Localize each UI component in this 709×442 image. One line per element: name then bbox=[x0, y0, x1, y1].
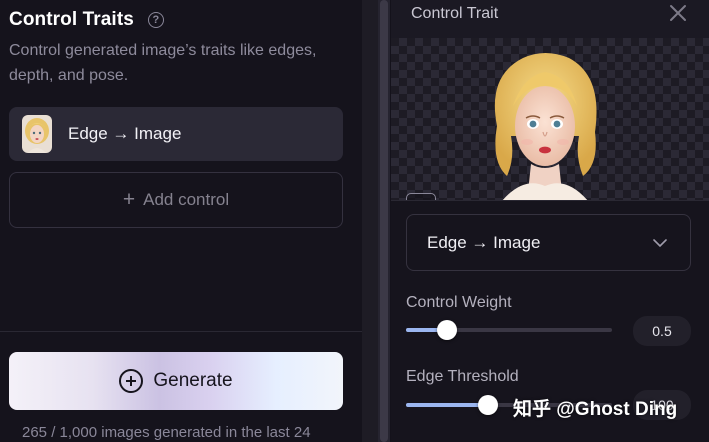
control-trait-panel: Control Trait Edge → Image Control Weigh… bbox=[391, 0, 709, 442]
watermark-text: 知乎 @Ghost Ding bbox=[513, 399, 678, 420]
chevron-down-icon bbox=[653, 239, 667, 247]
scrollbar-thumb[interactable] bbox=[380, 0, 388, 442]
add-control-label: Add control bbox=[143, 190, 230, 209]
control-image-preview bbox=[391, 38, 709, 200]
panel-title: Control Traits bbox=[9, 9, 134, 30]
panel-gap bbox=[362, 0, 378, 442]
generate-label: Generate bbox=[153, 370, 233, 391]
plus-icon: + bbox=[122, 187, 136, 211]
crop-button[interactable] bbox=[406, 193, 436, 200]
control-item-label: Edge → Image bbox=[68, 124, 182, 143]
control-type-value: Edge → Image bbox=[427, 232, 541, 252]
edge-threshold-fill bbox=[406, 403, 488, 407]
edge-threshold-handle[interactable] bbox=[478, 395, 498, 415]
edge-threshold-label: Edge Threshold bbox=[406, 368, 519, 385]
help-icon[interactable]: ? bbox=[147, 12, 164, 28]
divider bbox=[391, 200, 709, 201]
usage-text: 265 / 1,000 images generated in the last… bbox=[22, 424, 311, 441]
close-icon[interactable] bbox=[668, 3, 688, 23]
control-thumbnail bbox=[22, 115, 52, 153]
control-type-select[interactable]: Edge → Image bbox=[406, 214, 691, 271]
control-weight-input[interactable]: 0.5 bbox=[633, 316, 691, 346]
control-trait-title: Control Trait bbox=[411, 5, 499, 22]
control-weight-slider[interactable] bbox=[406, 320, 612, 340]
panel-header: Control Traits ? bbox=[9, 9, 164, 31]
panel-description: Control generated image’s traits like ed… bbox=[9, 42, 317, 84]
preview-image bbox=[494, 53, 597, 200]
control-weight-label: Control Weight bbox=[406, 294, 512, 311]
control-weight-handle[interactable] bbox=[437, 320, 457, 340]
generate-button[interactable]: Generate bbox=[9, 352, 343, 410]
divider bbox=[0, 331, 362, 332]
plus-circle-icon bbox=[119, 369, 144, 393]
control-traits-panel: Control Traits ? Control generated image… bbox=[0, 0, 362, 442]
add-control-button[interactable]: + Add control bbox=[9, 172, 343, 228]
control-item-edge-image[interactable]: Edge → Image bbox=[9, 107, 343, 161]
control-trait-header: Control Trait bbox=[391, 0, 709, 38]
